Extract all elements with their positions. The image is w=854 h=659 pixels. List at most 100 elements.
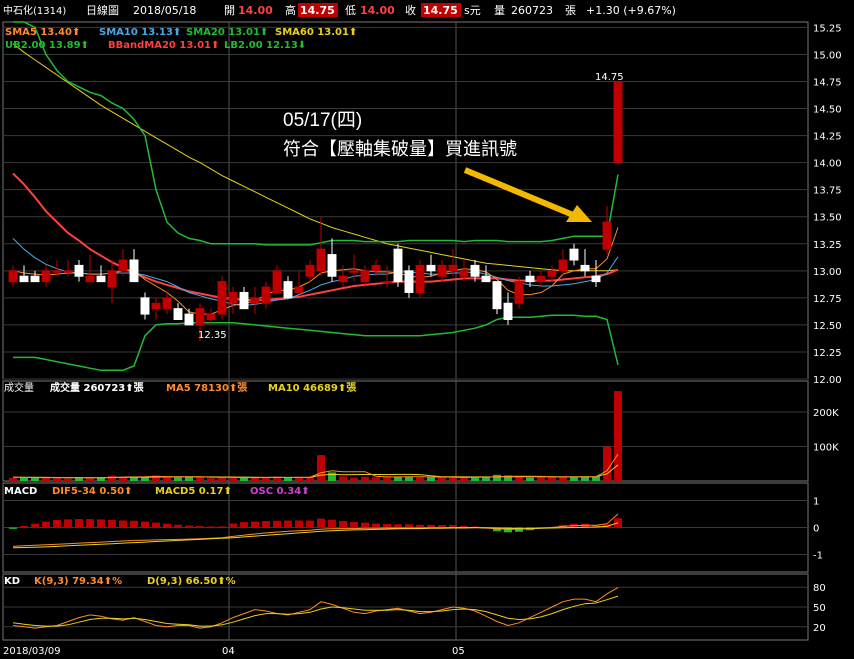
k-line	[12, 587, 619, 629]
chart-kind: 日線圖	[86, 3, 119, 17]
open-value: 14.00	[238, 4, 273, 17]
osc-bar	[284, 520, 292, 528]
kd-panel	[12, 587, 619, 629]
volume-unit: 張	[565, 4, 576, 17]
candle-body	[250, 297, 260, 304]
candle-body	[228, 291, 238, 304]
volume-bar	[185, 476, 193, 481]
kd-legend: KD K(9,3) 79.34⬆% D(9,3) 66.50⬆%	[4, 576, 236, 587]
annotation-arrow	[463, 167, 592, 222]
candle-body	[294, 286, 304, 293]
volume-legend: 成交量 成交量 260723⬆張 MA5 78130⬆張 MA10 46689⬆…	[4, 381, 357, 394]
candle-body	[393, 248, 403, 283]
candle-body	[514, 281, 524, 304]
candle-body	[547, 270, 557, 277]
price-tick-label: 12.25	[813, 348, 842, 359]
volume-bar	[218, 477, 226, 481]
candle-body	[525, 275, 535, 283]
candle-body	[580, 264, 590, 272]
price-tick-label: 12.00	[813, 375, 842, 386]
osc-bar	[152, 522, 160, 528]
price-tick-label: 15.25	[813, 23, 842, 34]
volume-bar	[449, 477, 457, 481]
macd-panel	[9, 513, 622, 549]
upper-band-line	[13, 21, 619, 246]
osc-bar	[383, 523, 391, 528]
kd-title: KD	[4, 576, 20, 587]
volume-bar	[416, 477, 424, 481]
osc-bar	[240, 522, 248, 528]
candle-body	[261, 286, 271, 304]
d-legend: D(9,3) 66.50⬆%	[147, 576, 236, 587]
candle-body	[591, 275, 601, 283]
lb-legend: LB2.00 12.13⬇	[224, 40, 306, 51]
volume-bar	[75, 477, 83, 481]
osc-bar	[86, 519, 94, 528]
sma20-legend: SMA20 13.01⬆	[186, 27, 268, 38]
candle-body	[305, 264, 315, 277]
osc-bar	[438, 525, 446, 528]
osc-bar	[339, 521, 347, 528]
volume-value: 260723	[511, 4, 553, 17]
volume-bar	[207, 478, 215, 481]
osc-bar	[20, 525, 28, 528]
volume-panel	[9, 391, 622, 481]
price-tick-label: 13.75	[813, 186, 842, 197]
sma5-legend: SMA5 13.40⬆	[5, 27, 80, 38]
volume-bar	[317, 455, 325, 481]
osc-bar	[306, 520, 314, 528]
volume-bar	[339, 476, 347, 481]
osc-bar	[108, 519, 116, 528]
candle-body	[162, 297, 172, 310]
candle-body	[316, 248, 326, 272]
candle-body	[415, 264, 425, 293]
candle-body	[503, 302, 513, 321]
low-price-label: 12.35	[198, 330, 227, 341]
open-label: 開	[224, 4, 235, 17]
candle-body	[173, 308, 183, 321]
osc-bar	[31, 523, 39, 528]
volume-label: 量	[494, 4, 505, 17]
osc-bar	[207, 526, 215, 528]
panel-frame-price	[2, 21, 809, 380]
osc-bar	[185, 525, 193, 528]
volume-ma10-legend: MA10 46689⬆張	[268, 382, 357, 394]
price-tick-label: 14.75	[813, 78, 842, 89]
volume-bar	[493, 474, 501, 481]
stock-name: 中石化(1314)	[3, 4, 66, 17]
osc-bar	[405, 524, 413, 528]
candle-body	[30, 275, 40, 283]
osc-bar	[361, 522, 369, 528]
volume-bar	[515, 476, 523, 481]
x-axis-label: 05	[452, 646, 465, 657]
volume-bar	[526, 477, 534, 481]
candle-body	[536, 275, 546, 283]
volume-bar	[20, 477, 28, 481]
kd-tick-label: 20	[813, 623, 826, 634]
candle-body	[217, 281, 227, 315]
candle-body	[140, 297, 150, 315]
osc-bar	[372, 523, 380, 528]
volume-ma5-legend: MA5 78130⬆張	[166, 382, 248, 394]
close-value: 14.75	[423, 4, 458, 17]
volume-bar	[251, 477, 259, 481]
price-tick-label: 15.00	[813, 50, 842, 61]
volume-bar	[328, 472, 336, 481]
sma10-legend: SMA10 13.13⬆	[99, 27, 181, 38]
osc-bar	[416, 524, 424, 528]
osc-bar	[9, 527, 17, 529]
macd-tick-label: -1	[813, 550, 823, 561]
price-tick-label: 14.25	[813, 132, 842, 143]
candle-body	[404, 270, 414, 293]
osc-bar	[251, 521, 259, 528]
candle-body	[96, 275, 106, 283]
volume-bar	[460, 477, 468, 481]
osc-bar	[42, 521, 50, 528]
osc-bar	[163, 523, 171, 528]
price-tick-label: 13.50	[813, 213, 842, 224]
volume-bar	[174, 477, 182, 481]
volume-legend-value: 成交量 260723⬆張	[50, 381, 145, 394]
candle-body	[360, 270, 370, 283]
volume-bar	[548, 476, 556, 481]
macd5-legend: MACD5 0.17⬆	[155, 486, 232, 497]
